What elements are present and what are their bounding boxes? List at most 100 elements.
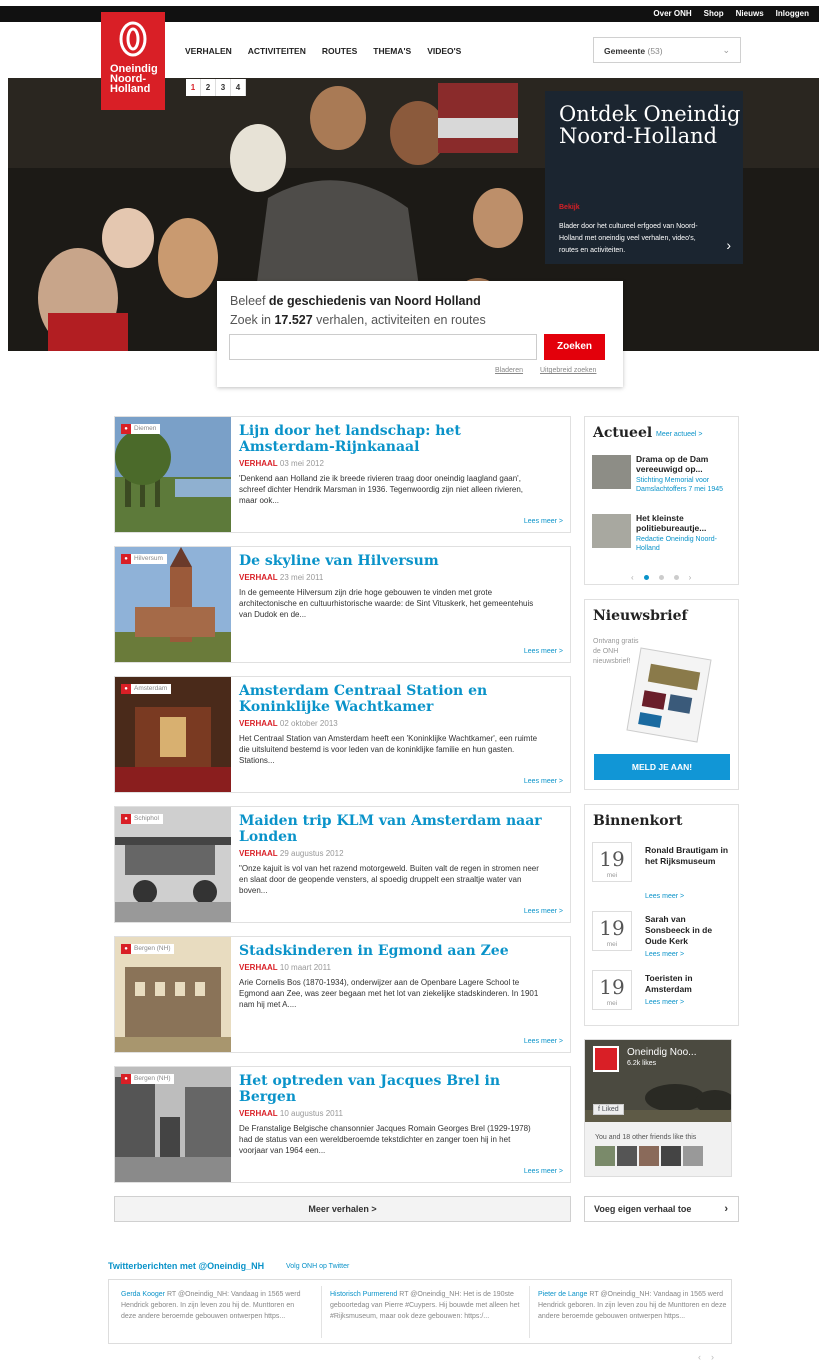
over-onh-link[interactable]: Over ONH	[653, 9, 691, 18]
nav-routes[interactable]: ROUTES	[322, 46, 357, 56]
lees-meer-link[interactable]: Lees meer >	[524, 648, 563, 655]
event-title[interactable]: Sarah van Sonsbeeck in de Oude Kerk	[645, 914, 730, 947]
facebook-liked-button[interactable]: f Liked	[593, 1104, 624, 1115]
avatar[interactable]	[595, 1146, 615, 1166]
story-title[interactable]: Het optreden van Jacques Brel in Bergen	[239, 1073, 559, 1105]
actueel-carousel-nav: ‹ ›	[631, 573, 691, 582]
nav-videos[interactable]: VIDEO'S	[427, 46, 461, 56]
hero-title: Ontdek Oneindig Noord-Holland	[559, 102, 741, 148]
uitgebreid-zoeken-link[interactable]: Uitgebreid zoeken	[540, 367, 596, 374]
story-title[interactable]: Lijn door het landschap: het Amsterdam-R…	[239, 423, 559, 455]
story-excerpt: Arie Cornelis Bos (1870-1934), onderwijz…	[239, 978, 539, 1009]
lees-meer-link[interactable]: Lees meer >	[645, 951, 684, 958]
story-thumbnail[interactable]: ● Amsterdam	[115, 677, 231, 792]
hero-page-4[interactable]: 4	[231, 79, 246, 96]
lees-meer-link[interactable]: Lees meer >	[524, 778, 563, 785]
story-card[interactable]: ● Diemen Lijn door het landschap: het Ams…	[114, 416, 571, 533]
lees-meer-link[interactable]: Lees meer >	[645, 999, 684, 1006]
story-card[interactable]: ● Bergen (NH) Stadskinderen in Egmond aan…	[114, 936, 571, 1053]
chevron-left-icon[interactable]: ‹	[631, 573, 634, 582]
location-tag: ● Bergen (NH)	[121, 944, 175, 954]
event-title[interactable]: Ronald Brautigam in het Rijksmuseum	[645, 845, 730, 867]
story-meta: VERHAAL 10 augustus 2011	[239, 1109, 343, 1118]
tweet[interactable]: Historisch Purmerend RT @Oneindig_NH: He…	[330, 1289, 520, 1322]
volg-onh-twitter-link[interactable]: Volg ONH op Twitter	[286, 1263, 349, 1270]
search-button[interactable]: Zoeken	[544, 334, 605, 360]
tweet[interactable]: Pieter de Lange RT @Oneindig_NH: Vandaag…	[538, 1289, 728, 1322]
nieuwsbrief-title: Nieuwsbrief	[593, 608, 688, 624]
story-title[interactable]: Maiden trip KLM van Amsterdam naar Londe…	[239, 813, 559, 845]
tweet[interactable]: Gerda Kooger RT @Oneindig_NH: Vandaag in…	[121, 1289, 311, 1322]
actueel-title: Actueel	[593, 425, 653, 441]
chevron-right-icon[interactable]: ›	[711, 1352, 714, 1360]
story-thumbnail[interactable]: ● Hilversum	[115, 547, 231, 662]
story-card[interactable]: ● Hilversum De skyline van Hilversum VERH…	[114, 546, 571, 663]
avatar[interactable]	[639, 1146, 659, 1166]
actueel-item[interactable]: Drama op de Dam vereeuwigd op... Stichti…	[592, 452, 732, 502]
map-pin-icon: ●	[121, 814, 131, 824]
story-card[interactable]: ● Bergen (NH) Het optreden van Jacques Br…	[114, 1066, 571, 1183]
story-title[interactable]: Amsterdam Centraal Station en Koninklijk…	[239, 683, 559, 715]
location-tag: ● Hilversum	[121, 554, 167, 564]
facebook-page-logo[interactable]	[593, 1046, 619, 1072]
nav-verhalen[interactable]: VERHALEN	[185, 46, 232, 56]
story-title[interactable]: De skyline van Hilversum	[239, 553, 559, 569]
inloggen-link[interactable]: Inloggen	[776, 9, 809, 18]
lees-meer-link[interactable]: Lees meer >	[524, 1038, 563, 1045]
twitter-section-title: Twitterberichten met @Oneindig_NH	[108, 1261, 265, 1271]
avatar[interactable]	[661, 1146, 681, 1166]
location-tag: ● Bergen (NH)	[121, 1074, 175, 1084]
gemeente-dropdown[interactable]: Gemeente (53) ⌄	[593, 37, 741, 63]
location-tag: ● Diemen	[121, 424, 161, 434]
actueel-panel: Actueel Meer actueel > Drama op de Dam v…	[584, 416, 739, 585]
story-card[interactable]: ● Schiphol Maiden trip KLM van Amsterdam …	[114, 806, 571, 923]
location-tag: ● Schiphol	[121, 814, 163, 824]
shop-link[interactable]: Shop	[704, 9, 724, 18]
lees-meer-link[interactable]: Lees meer >	[645, 893, 684, 900]
nav-activiteiten[interactable]: ACTIVITEITEN	[248, 46, 306, 56]
meer-verhalen-button[interactable]: Meer verhalen >	[114, 1196, 571, 1222]
story-thumbnail[interactable]: ● Diemen	[115, 417, 231, 532]
search-input[interactable]	[229, 334, 537, 360]
chevron-left-icon[interactable]: ‹	[698, 1352, 701, 1360]
bladeren-link[interactable]: Bladeren	[495, 367, 523, 374]
actueel-item-title[interactable]: Het kleinste politiebureautje...	[636, 513, 734, 533]
nav-themas[interactable]: THEMA'S	[373, 46, 411, 56]
voeg-eigen-verhaal-button[interactable]: Voeg eigen verhaal toe ›	[584, 1196, 739, 1222]
story-thumbnail[interactable]: ● Schiphol	[115, 807, 231, 922]
map-pin-icon: ●	[121, 424, 131, 434]
nieuwsbrief-panel: Nieuwsbrief Ontvang gratis de ONH nieuws…	[584, 599, 739, 790]
lees-meer-link[interactable]: Lees meer >	[524, 518, 563, 525]
site-logo[interactable]: Oneindig Noord- Holland	[101, 12, 165, 110]
story-thumbnail[interactable]: ● Bergen (NH)	[115, 937, 231, 1052]
story-excerpt: 'Denkend aan Holland zie ik breede rivie…	[239, 474, 523, 505]
chevron-right-icon[interactable]: ›	[689, 573, 692, 582]
chevron-right-icon[interactable]: ›	[726, 237, 731, 253]
bekijk-link[interactable]: Bekijk	[559, 204, 580, 211]
hero-pager: 1 2 3 4	[186, 79, 246, 96]
actueel-item[interactable]: Het kleinste politiebureautje... Redacti…	[592, 511, 732, 561]
story-thumbnail[interactable]: ● Bergen (NH)	[115, 1067, 231, 1182]
lees-meer-link[interactable]: Lees meer >	[524, 908, 563, 915]
hero-page-3[interactable]: 3	[216, 79, 231, 96]
facebook-friend-avatars	[595, 1146, 703, 1166]
lees-meer-link[interactable]: Lees meer >	[524, 1168, 563, 1175]
story-title[interactable]: Stadskinderen in Egmond aan Zee	[239, 943, 559, 959]
nieuws-link[interactable]: Nieuws	[736, 9, 764, 18]
story-card[interactable]: ● Amsterdam Amsterdam Centraal Station en…	[114, 676, 571, 793]
map-pin-icon: ●	[121, 554, 131, 564]
carousel-dot[interactable]	[643, 575, 649, 580]
hero-page-1[interactable]: 1	[186, 79, 201, 96]
avatar[interactable]	[617, 1146, 637, 1166]
avatar[interactable]	[683, 1146, 703, 1166]
gemeente-label: Gemeente (53)	[604, 46, 663, 56]
facebook-page-name[interactable]: Oneindig Noo...	[627, 1047, 697, 1058]
carousel-dot[interactable]	[658, 575, 664, 580]
carousel-dot[interactable]	[673, 575, 679, 580]
actueel-item-title[interactable]: Drama op de Dam vereeuwigd op...	[636, 454, 734, 474]
meer-actueel-link[interactable]: Meer actueel >	[656, 431, 703, 438]
hero-page-2[interactable]: 2	[201, 79, 216, 96]
story-excerpt: "Onze kajuit is vol van het razend motor…	[239, 864, 539, 895]
meld-je-aan-button[interactable]: MELD JE AAN!	[594, 754, 730, 780]
event-title[interactable]: Toeristen in Amsterdam	[645, 973, 730, 995]
